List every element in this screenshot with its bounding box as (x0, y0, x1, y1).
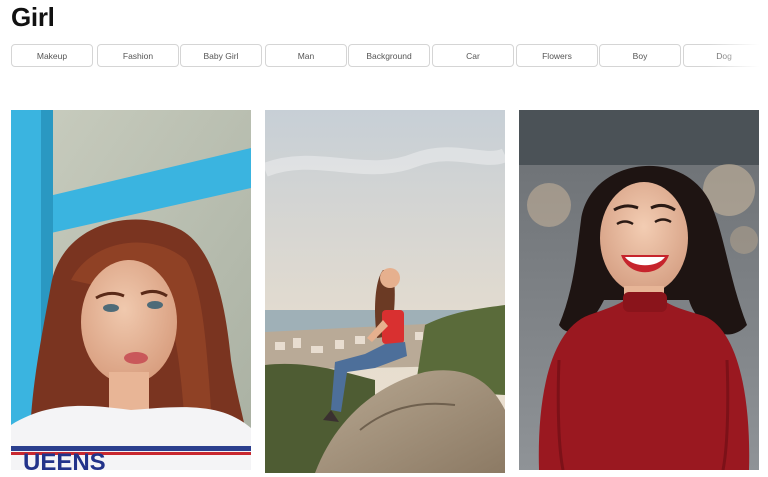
tag-fashion[interactable]: Fashion (97, 44, 179, 67)
tag-man[interactable]: Man (265, 44, 347, 67)
page-title: Girl (11, 2, 55, 32)
woman-sitting-on-rock-photo[interactable] (265, 110, 505, 473)
tag-makeup[interactable]: Makeup (11, 44, 93, 67)
tag-boy[interactable]: Boy (599, 44, 681, 67)
tag-car[interactable]: Car (432, 44, 514, 67)
shirt-lettering: UEENS (23, 449, 106, 470)
tag-background[interactable]: Background (348, 44, 430, 67)
smiling-woman-red-top-photo[interactable] (519, 110, 759, 470)
tag-dog[interactable]: Dog (683, 44, 765, 67)
red-haired-woman-portrait-photo[interactable]: UEENS (11, 110, 251, 470)
tag-flowers[interactable]: Flowers (516, 44, 598, 67)
tag-baby-girl[interactable]: Baby Girl (180, 44, 262, 67)
tag-bar: Makeup Fashion Baby Girl Man Background … (11, 44, 768, 68)
